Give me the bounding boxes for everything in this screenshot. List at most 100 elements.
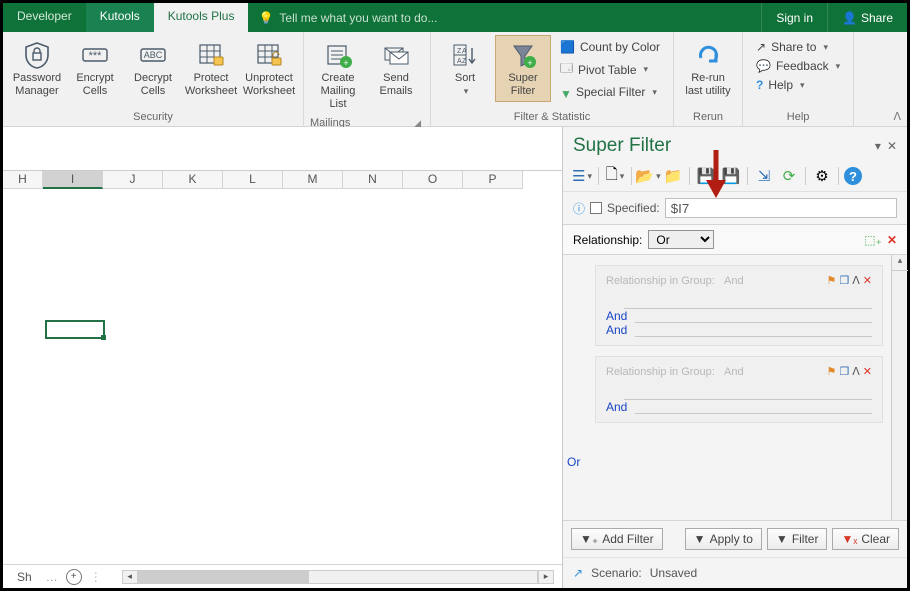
add-group-icon[interactable]: ⬚₊ (864, 233, 882, 247)
external-icon[interactable]: ↗ (573, 566, 583, 580)
rule-line[interactable] (624, 386, 872, 400)
share-button[interactable]: 👤 Share (827, 3, 907, 32)
column-header[interactable]: N (343, 171, 403, 189)
settings-icon[interactable]: ⚙ (811, 165, 833, 187)
redo-icon (692, 39, 724, 71)
feedback[interactable]: 💬Feedback▾ (751, 57, 845, 75)
collapse-icon[interactable]: ᐱ (852, 274, 860, 287)
scroll-left-icon[interactable]: ◂ (122, 570, 138, 584)
send-emails-label: Send Emails (379, 72, 412, 98)
special-filter[interactable]: ▼Special Filter▾ (555, 83, 665, 101)
encrypt-cells[interactable]: *** Encrypt Cells (67, 35, 123, 102)
unprotect-worksheet[interactable]: Unprotect Worksheet (241, 35, 297, 102)
filter-group[interactable]: Relationship in Group: And ⚑ ❐ ᐱ ✕ And (595, 356, 883, 423)
delete-icon[interactable]: ✕ (887, 233, 897, 247)
or-label: Or (567, 455, 580, 469)
flag-icon[interactable]: ⚑ (827, 274, 837, 287)
group-rel-value: And (724, 366, 744, 378)
sheet-tab[interactable]: Sh (11, 568, 38, 586)
refresh-icon[interactable]: ⟳ (778, 165, 800, 187)
count-by-color[interactable]: 🟦Count by Color (555, 38, 665, 56)
tab-kutools[interactable]: Kutools (86, 3, 154, 32)
scenario-value: Unsaved (650, 566, 697, 580)
sign-in[interactable]: Sign in (761, 3, 827, 32)
folder-icon[interactable]: 📁 (662, 165, 684, 187)
rule-and[interactable]: And (606, 323, 872, 337)
pane-menu-icon[interactable]: ▾ (875, 139, 881, 153)
add-sheet-button[interactable]: + (66, 569, 82, 585)
group-rel-label: Relationship in Group: (606, 366, 715, 378)
protect-worksheet[interactable]: Protect Worksheet (183, 35, 239, 102)
rule-and[interactable]: And (606, 309, 872, 323)
rerun-label: Re-run last utility (685, 72, 730, 98)
flag-icon[interactable]: ⚑ (827, 365, 837, 378)
collapse-ribbon-icon[interactable]: ᐱ (893, 110, 901, 123)
selected-cell[interactable] (45, 320, 105, 339)
tell-me-label: Tell me what you want to do... (279, 11, 437, 25)
column-header[interactable]: P (463, 171, 523, 189)
pane-close-icon[interactable]: ✕ (887, 139, 897, 153)
worksheet[interactable]: HIJKLMNOP Sh … + ⋮ ◂ ▸ (3, 127, 562, 588)
tell-me-search[interactable]: 💡 Tell me what you want to do... (248, 3, 761, 32)
caret-down-icon: ▾ (652, 87, 657, 98)
decrypt-cells[interactable]: ABC Decrypt Cells (125, 35, 181, 102)
share-to[interactable]: ↗Share to▾ (751, 38, 845, 56)
sort-label: Sort (455, 72, 475, 84)
copy-group-icon[interactable]: ❐ (839, 365, 849, 378)
new-icon[interactable]: 🗋▾ (604, 165, 626, 187)
filter-tree[interactable]: Relationship in Group: And ⚑ ❐ ᐱ ✕ And A… (563, 255, 891, 520)
create-mailing-list-label: Create Mailing List (312, 72, 364, 111)
feedback-label: Feedback (776, 59, 829, 73)
rule-and[interactable]: And (606, 400, 872, 414)
help[interactable]: ?Help▾ (751, 76, 845, 94)
remove-group-icon[interactable]: ✕ (863, 274, 872, 287)
scroll-right-icon[interactable]: ▸ (538, 570, 554, 584)
grid-area[interactable] (3, 189, 562, 564)
copy-group-icon[interactable]: ❐ (839, 274, 849, 287)
super-filter-button[interactable]: + Super Filter (495, 35, 551, 102)
add-filter-button[interactable]: ▼₊Add Filter (571, 528, 663, 550)
column-header[interactable]: M (283, 171, 343, 189)
column-header[interactable]: L (223, 171, 283, 189)
open-folder-icon[interactable]: 📂▾ (637, 165, 659, 187)
help-circle-icon[interactable]: ? (844, 167, 862, 185)
info-icon[interactable]: ⓘ (573, 200, 585, 217)
group-filter-label: Filter & Statistic (437, 109, 667, 126)
send-emails[interactable]: Send Emails (368, 35, 424, 102)
group-security-label: Security (9, 109, 297, 126)
relationship-select[interactable]: Or (648, 230, 714, 249)
filter-group[interactable]: Relationship in Group: And ⚑ ❐ ᐱ ✕ And A… (595, 265, 883, 346)
vertical-scrollbar[interactable]: ▴ (891, 255, 907, 520)
column-header[interactable]: I (43, 171, 103, 189)
collapse-icon[interactable]: ᐱ (852, 365, 860, 378)
column-header[interactable]: K (163, 171, 223, 189)
column-header[interactable]: H (3, 171, 43, 189)
password-manager[interactable]: Password Manager (9, 35, 65, 102)
expand-icon[interactable]: ⇲ (753, 165, 775, 187)
lightbulb-icon: 💡 (258, 11, 273, 25)
sort-button[interactable]: ZAAZ Sort▾ (437, 35, 493, 102)
funnel-plus-icon: + (507, 39, 539, 71)
special-filter-label: Special Filter (576, 85, 645, 99)
filter-button[interactable]: ▼Filter (767, 528, 828, 550)
clear-button[interactable]: ▼ₓClear (832, 528, 899, 550)
range-input[interactable] (665, 198, 897, 218)
svg-text:ABC: ABC (144, 50, 163, 60)
specified-checkbox[interactable] (590, 202, 602, 214)
apply-to-button[interactable]: ▼Apply to (685, 528, 762, 550)
tab-developer[interactable]: Developer (3, 3, 86, 32)
create-mailing-list[interactable]: + Create Mailing List (310, 35, 366, 115)
share-icon: 👤 (842, 11, 857, 25)
rerun-last-utility[interactable]: Re-run last utility (680, 35, 736, 102)
horizontal-scrollbar[interactable]: ◂ ▸ (122, 570, 554, 584)
funnel-x-icon: ▼ₓ (841, 532, 857, 546)
pivot-table[interactable]: 🗔Pivot Table▾ (555, 57, 665, 82)
menu-icon[interactable]: ☰▾ (571, 165, 593, 187)
column-header[interactable]: O (403, 171, 463, 189)
remove-group-icon[interactable]: ✕ (863, 365, 872, 378)
tab-kutools-plus[interactable]: Kutools Plus (154, 3, 249, 32)
rule-line[interactable] (624, 295, 872, 309)
pivot-table-label: Pivot Table (578, 63, 636, 77)
share-icon: ↗ (756, 40, 766, 54)
column-header[interactable]: J (103, 171, 163, 189)
